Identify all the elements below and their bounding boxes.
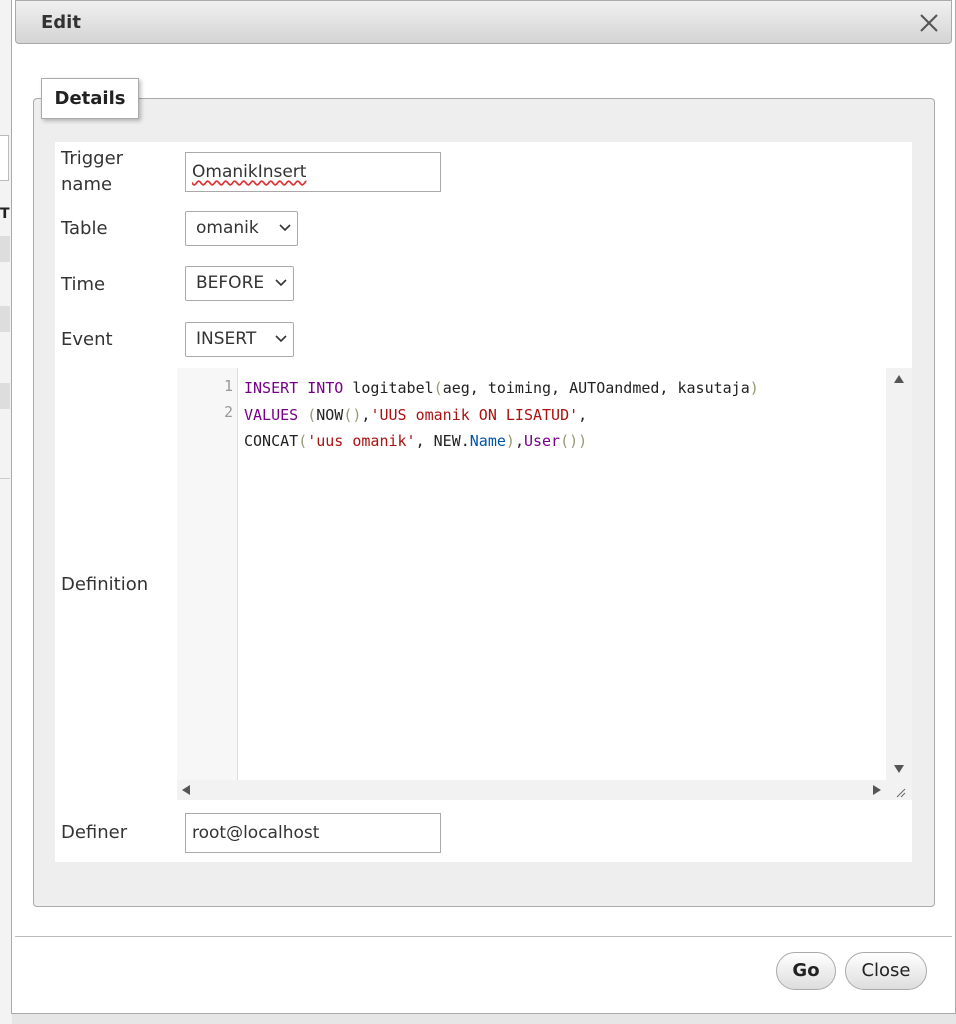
background-row xyxy=(0,383,10,409)
chevron-down-icon xyxy=(279,224,291,232)
background-row xyxy=(0,306,10,332)
scroll-up-icon[interactable] xyxy=(893,374,905,384)
time-select-value: BEFORE xyxy=(196,273,265,293)
trigger-name-input[interactable]: OmanikInsert xyxy=(185,152,441,192)
code-line: CONCAT('uus omanik', NEW.Name),User()) xyxy=(244,432,588,450)
time-select[interactable]: BEFORE xyxy=(185,266,294,301)
background-tab xyxy=(0,135,9,181)
resize-grip-icon[interactable] xyxy=(894,786,906,798)
footer-divider xyxy=(15,936,952,937)
trigger-form: Trigger name OmanikInsert Table omanik T… xyxy=(55,142,912,862)
edit-dialog: Edit Details Trigger name OmanikInsert T… xyxy=(11,0,956,1014)
definition-label: Definition xyxy=(61,574,149,595)
table-select[interactable]: omanik xyxy=(185,211,298,246)
scroll-down-icon[interactable] xyxy=(893,764,905,774)
definer-value: root@localhost xyxy=(192,823,320,843)
event-select-value: INSERT xyxy=(196,329,257,349)
vertical-scrollbar[interactable] xyxy=(886,368,912,780)
line-number: 2 xyxy=(223,403,233,421)
horizontal-scrollbar[interactable] xyxy=(177,780,912,800)
definer-label: Definer xyxy=(61,822,128,843)
close-icon[interactable] xyxy=(915,9,943,37)
background-row xyxy=(0,236,10,262)
dialog-titlebar[interactable]: Edit xyxy=(15,0,952,44)
definition-code-editor[interactable]: 1 2 INSERT INTO logitabel(aeg, toiming, … xyxy=(177,368,912,800)
scroll-left-icon[interactable] xyxy=(181,784,191,796)
trigger-name-value: OmanikInsert xyxy=(192,162,307,182)
chevron-down-icon xyxy=(275,279,287,287)
code-line: INSERT INTO logitabel(aeg, toiming, AUTO… xyxy=(244,379,759,397)
go-button[interactable]: Go xyxy=(776,952,836,990)
trigger-name-label: Trigger name xyxy=(61,148,124,195)
background-heading: T xyxy=(0,206,10,222)
background-divider xyxy=(0,478,10,479)
line-number: 1 xyxy=(223,377,233,395)
chevron-down-icon xyxy=(275,335,287,343)
table-select-value: omanik xyxy=(196,218,259,238)
scroll-right-icon[interactable] xyxy=(872,784,882,796)
line-number-gutter: 1 2 xyxy=(177,368,238,780)
definer-input[interactable]: root@localhost xyxy=(185,813,441,853)
time-label: Time xyxy=(61,274,106,295)
event-label: Event xyxy=(61,329,113,350)
code-content[interactable]: INSERT INTO logitabel(aeg, toiming, AUTO… xyxy=(244,375,759,455)
details-legend: Details xyxy=(41,78,139,119)
event-select[interactable]: INSERT xyxy=(185,322,294,357)
table-label: Table xyxy=(61,218,108,239)
close-button[interactable]: Close xyxy=(845,952,927,990)
dialog-title: Edit xyxy=(41,12,81,33)
code-line: VALUES (NOW(),'UUS omanik ON LISATUD', xyxy=(244,405,588,424)
